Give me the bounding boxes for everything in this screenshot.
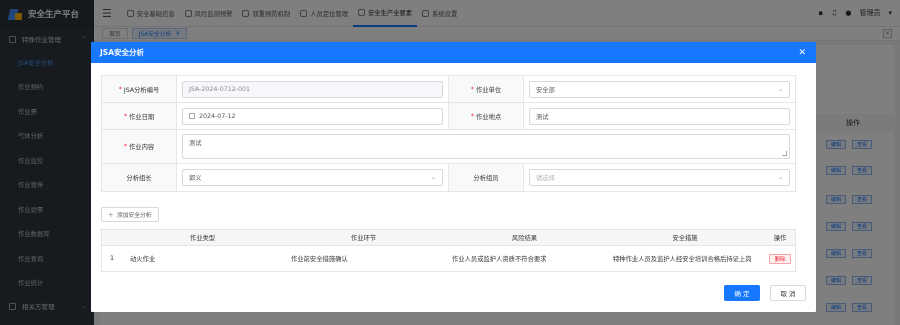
form-label: * 作业单位: [449, 76, 524, 102]
group-members-select[interactable]: 请选择 ⌄: [529, 169, 790, 186]
label-text: JSA分析编号: [123, 86, 160, 94]
form-label: * JSA分析编号: [102, 76, 177, 102]
form-row: * JSA分析编号 JSA-2024-0712-001 * 作业单位 安全部 ⌄: [102, 76, 795, 103]
form-label: * 作业内容: [102, 130, 177, 163]
jsa-form: * JSA分析编号 JSA-2024-0712-001 * 作业单位 安全部 ⌄ * 作…: [101, 75, 796, 192]
cell-work-type: 动火作业: [130, 256, 156, 263]
form-cell: 测试: [177, 130, 795, 163]
label-text: 作业内容: [128, 144, 155, 151]
form-label: * 作业日期: [102, 103, 177, 129]
select-value: 郭义: [189, 175, 202, 182]
form-cell: JSA-2024-0712-001: [177, 76, 449, 102]
dialog-header: JSA安全分析 ✕: [91, 42, 816, 63]
work-location-input[interactable]: 测试: [529, 107, 790, 125]
form-label: 分析组员: [449, 164, 524, 191]
group-leader-select[interactable]: 郭义 ⌄: [182, 169, 443, 186]
calendar-icon: [189, 113, 195, 119]
form-cell: 安全部 ⌄: [524, 76, 795, 102]
dialog-title: JSA安全分析: [100, 48, 144, 57]
label-text: 分析组员: [473, 175, 499, 182]
form-cell: 测试: [524, 103, 795, 129]
table-row: 1 动火作业 作业前安全措施确认 作业人员或监护人资质不符合要求 特种作业人员及…: [102, 246, 795, 271]
chevron-down-icon: ⌄: [777, 85, 783, 93]
button-label: 添加安全分析: [116, 213, 152, 219]
chevron-down-icon: ⌄: [430, 174, 436, 181]
jsa-dialog: JSA安全分析 ✕ * JSA分析编号 JSA-2024-0712-001 * 作业…: [91, 42, 816, 312]
cell-work-step: 作业前安全措施确认: [291, 256, 348, 263]
form-cell: 请选择 ⌄: [524, 164, 795, 191]
header-cell: 作业环节: [350, 235, 377, 242]
header-cell: 操作: [773, 235, 787, 242]
close-icon[interactable]: ✕: [798, 48, 806, 58]
header-cell: 作业类型: [189, 235, 216, 242]
cell-measure: 特种作业人员及监护人经安全培训合格后持证上岗: [613, 256, 752, 263]
select-value: 安全部: [536, 86, 555, 94]
plus-icon: ＋: [108, 213, 114, 219]
jsa-number-field[interactable]: JSA-2024-0712-001: [182, 80, 443, 98]
add-analysis-button[interactable]: ＋添加安全分析: [101, 207, 159, 222]
cancel-button[interactable]: 取 消: [770, 285, 806, 301]
table-header: 作业类型 作业环节 风险结果 安全措施 操作: [102, 230, 795, 246]
label-text: 分析组长: [126, 175, 152, 182]
label-text: 作业地点: [475, 113, 502, 121]
header-cell: 风险结果: [511, 235, 538, 242]
label-text: 作业单位: [475, 86, 502, 94]
form-row: * 作业日期 2024-07-12 * 作业地点 测试: [102, 103, 795, 130]
work-date-picker[interactable]: 2024-07-12: [182, 107, 443, 125]
row-index: 1: [109, 255, 114, 262]
chevron-down-icon: ⌄: [777, 174, 783, 181]
work-unit-select[interactable]: 安全部 ⌄: [529, 80, 790, 98]
analysis-table: 作业类型 作业环节 风险结果 安全措施 操作 1 动火作业 作业前安全措施确认 …: [101, 229, 796, 272]
cell-risk: 作业人员或监护人资质不符合要求: [452, 256, 547, 263]
delete-button[interactable]: 删除: [769, 253, 791, 264]
form-row: * 作业内容 测试: [102, 130, 795, 164]
header-cell: 安全措施: [672, 235, 698, 242]
cell-actions: 删除: [765, 253, 795, 264]
select-placeholder: 请选择: [536, 175, 555, 182]
form-cell: 2024-07-12: [177, 103, 449, 129]
form-label: * 作业地点: [449, 103, 524, 129]
confirm-button[interactable]: 确 定: [724, 285, 760, 301]
form-row: 分析组长 郭义 ⌄ 分析组员 请选择 ⌄: [102, 164, 795, 191]
form-cell: 郭义 ⌄: [177, 164, 449, 191]
dialog-footer: 确 定 取 消: [724, 285, 806, 301]
work-content-textarea[interactable]: 测试: [182, 134, 790, 159]
label-text: 作业日期: [128, 113, 155, 121]
date-value: 2024-07-12: [199, 112, 236, 120]
form-label: 分析组长: [102, 164, 177, 191]
